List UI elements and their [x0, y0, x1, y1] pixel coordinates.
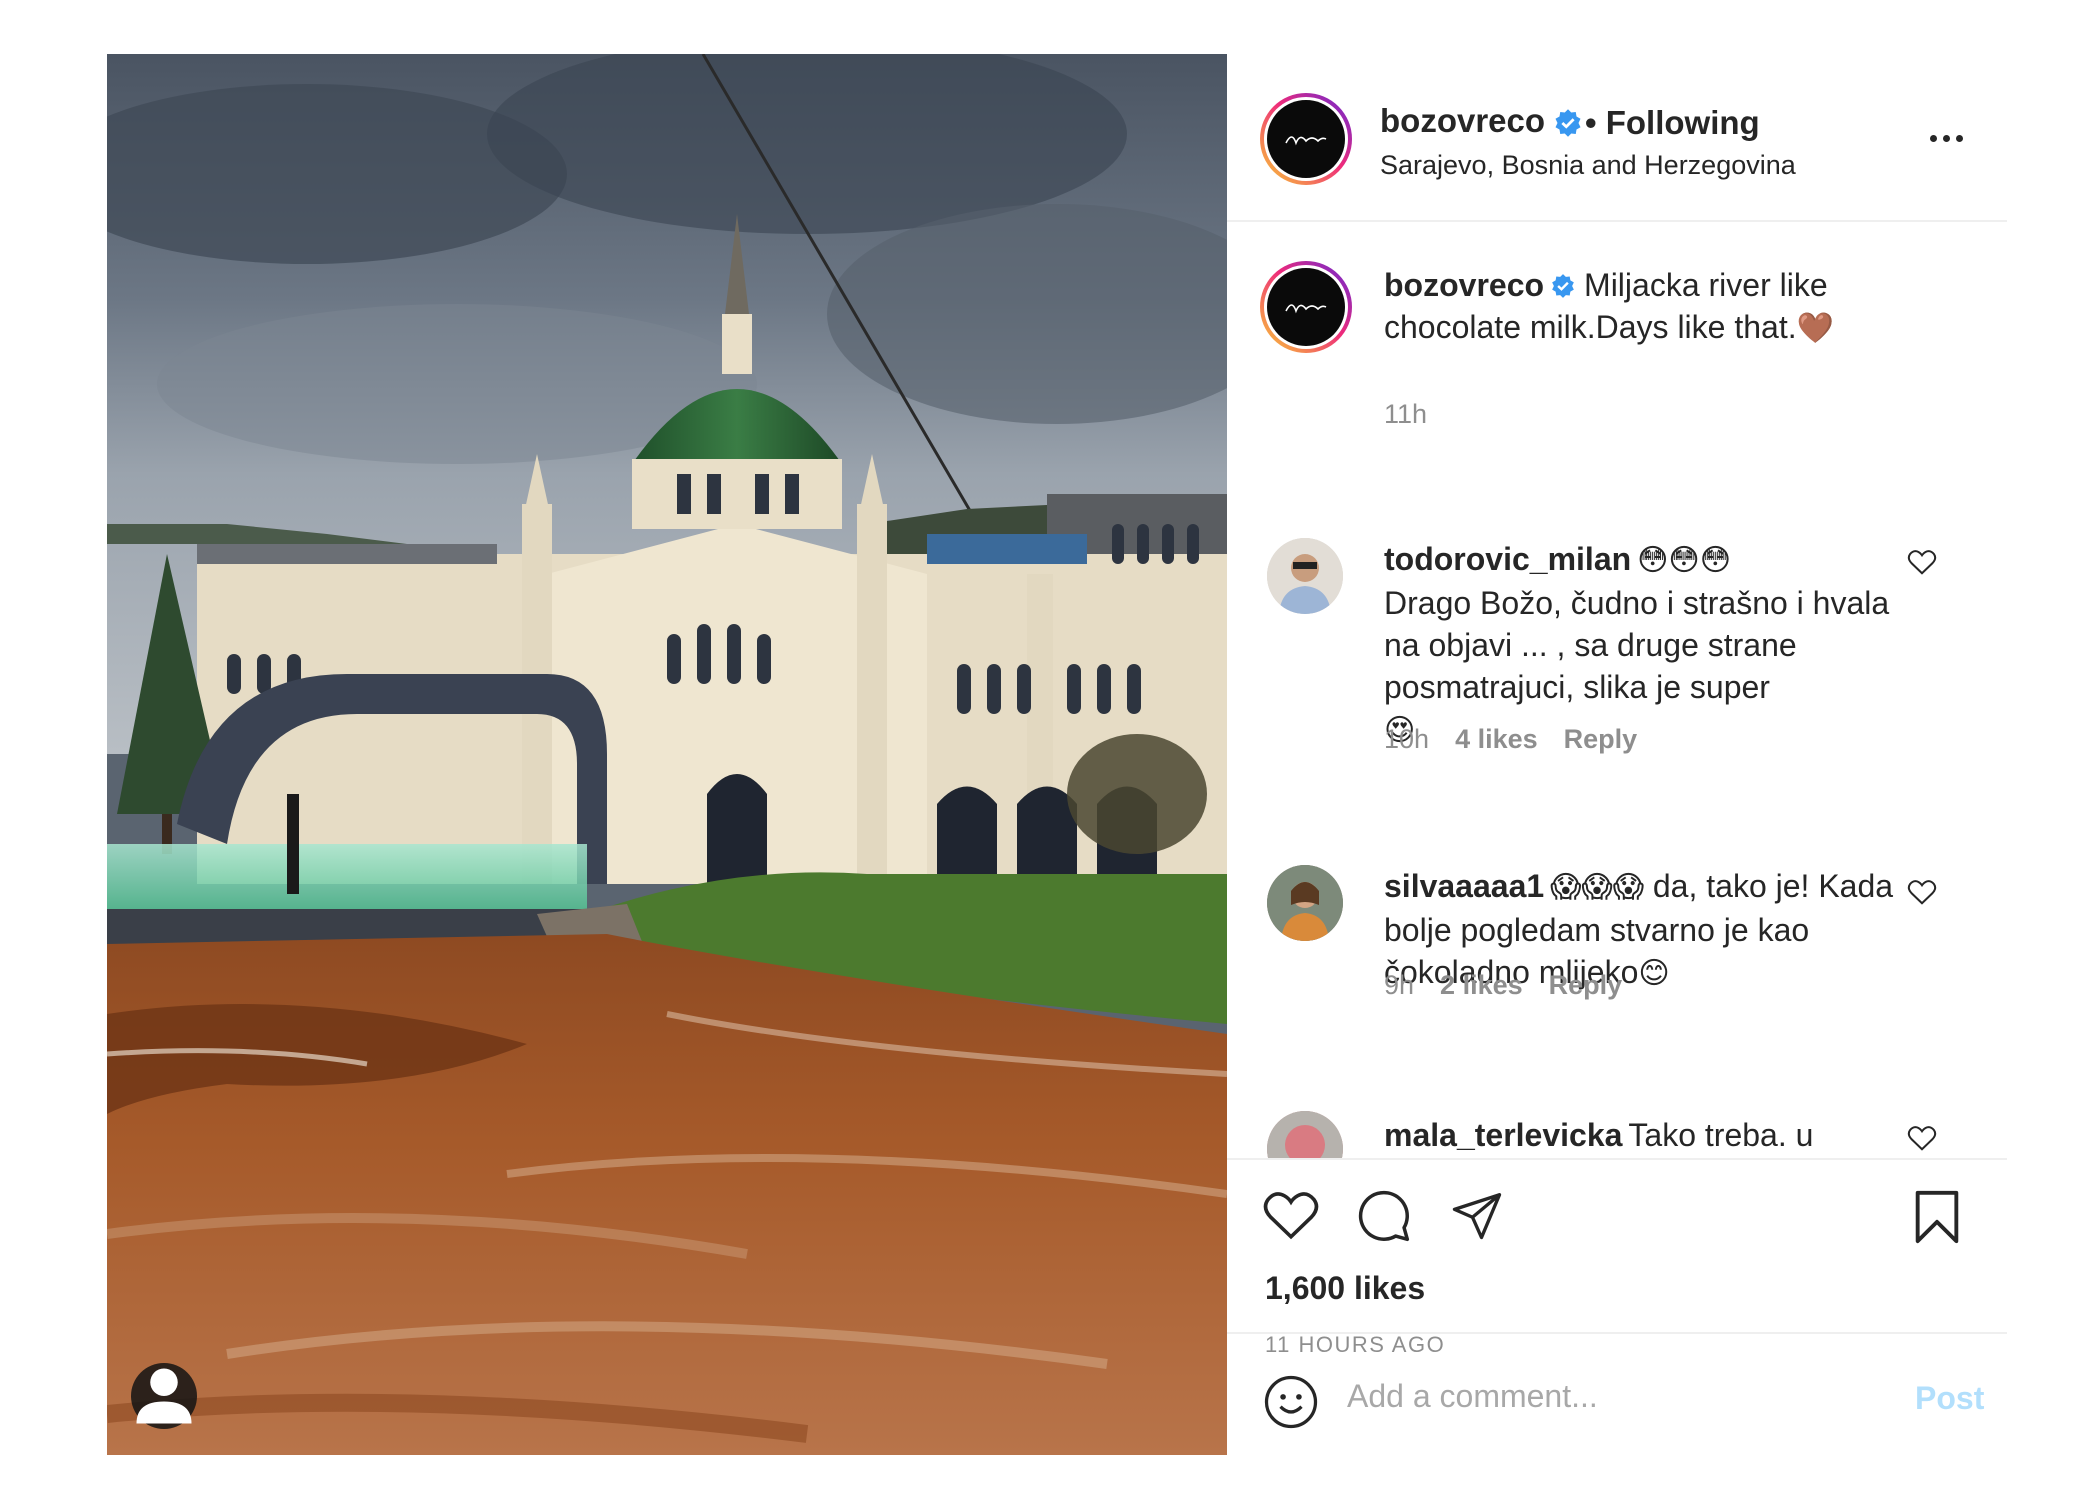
comment-time: 9h — [1384, 970, 1415, 1000]
commenter-avatar[interactable] — [1267, 1111, 1343, 1158]
comment-username[interactable]: mala_terlevicka — [1384, 1117, 1622, 1153]
caption-avatar[interactable] — [1260, 261, 1352, 353]
post-location[interactable]: Sarajevo, Bosnia and Herzegovina — [1380, 150, 1796, 181]
verified-badge-icon — [1555, 109, 1581, 138]
reply-button[interactable]: Reply — [1549, 970, 1623, 1001]
commenter-avatar[interactable] — [1267, 865, 1343, 941]
comment-input[interactable] — [1347, 1364, 1867, 1428]
reply-button[interactable]: Reply — [1564, 724, 1638, 755]
brown-heart-emoji: 🤎 — [1796, 311, 1834, 346]
comment-icon[interactable] — [1355, 1188, 1413, 1244]
comment-username[interactable]: todorovic_milan — [1384, 541, 1631, 577]
signature-logo-icon — [1285, 304, 1327, 314]
author-username-text[interactable]: bozovreco — [1380, 102, 1545, 139]
sarajevo-river-scene — [107, 54, 1227, 1455]
caption-username[interactable]: bozovreco — [1384, 267, 1544, 303]
likes-count[interactable]: 1,600 likes — [1265, 1270, 1425, 1307]
caption-text: bozovreco Miljacka river like chocolate m… — [1384, 264, 1914, 350]
heart-icon[interactable] — [1907, 1124, 1937, 1152]
heart-icon[interactable] — [1907, 548, 1937, 576]
comment-trailing-emoji: 😊 — [1638, 956, 1670, 991]
comment-text: todorovic_milan 😳😳😳 Drago Božo, čudno i st… — [1384, 538, 1914, 752]
post-comment-button[interactable]: Post — [1915, 1380, 1984, 1417]
comment-emoji: 😳😳😳 — [1637, 543, 1731, 578]
post-photo[interactable] — [107, 54, 1227, 1455]
heart-icon[interactable] — [1262, 1188, 1320, 1242]
add-comment-bar: Post — [1227, 1332, 2007, 1455]
post-side-panel: bozovreco • Following Sarajevo, Bosnia a… — [1227, 54, 2007, 1455]
user-tag-icon[interactable] — [131, 1363, 197, 1429]
comment-meta: 9h 2 likes Reply — [1384, 970, 1622, 1001]
caption-time: 11h — [1384, 399, 1428, 429]
comment-text: mala_terlevicka Tako treba. u — [1384, 1114, 1914, 1156]
caption-meta: 11h — [1384, 399, 1427, 430]
following-button[interactable]: Following — [1606, 104, 1760, 141]
author-avatar[interactable] — [1260, 93, 1352, 185]
smiley-icon[interactable] — [1263, 1374, 1319, 1430]
comment-likes[interactable]: 4 likes — [1455, 724, 1538, 755]
comment-username[interactable]: silvaaaaa1 — [1384, 868, 1544, 904]
comment-likes[interactable]: 2 likes — [1440, 970, 1523, 1001]
bookmark-icon[interactable] — [1912, 1188, 1962, 1246]
author-username[interactable]: bozovreco — [1380, 102, 1583, 140]
more-options-icon[interactable] — [1930, 135, 1963, 142]
signature-logo-icon — [1285, 136, 1327, 146]
verified-badge-icon — [1552, 274, 1574, 298]
comment-emoji: 😱😱😱 — [1550, 870, 1644, 905]
comment-meta: 10h 4 likes Reply — [1384, 724, 1637, 755]
separator-dot: • — [1585, 104, 1597, 141]
comments-list[interactable]: bozovreco Miljacka river like chocolate m… — [1227, 224, 2007, 1158]
follow-status[interactable]: • Following — [1585, 104, 1760, 142]
post-header: bozovreco • Following Sarajevo, Bosnia a… — [1227, 54, 2007, 222]
commenter-avatar[interactable] — [1267, 538, 1343, 614]
heart-icon[interactable] — [1907, 878, 1937, 906]
comment-body: Drago Božo, čudno i strašno i hvala na o… — [1384, 585, 1890, 705]
paper-plane-icon[interactable] — [1449, 1188, 1505, 1242]
comment-body: Tako treba. u — [1628, 1117, 1814, 1153]
comment-time: 10h — [1384, 724, 1430, 754]
